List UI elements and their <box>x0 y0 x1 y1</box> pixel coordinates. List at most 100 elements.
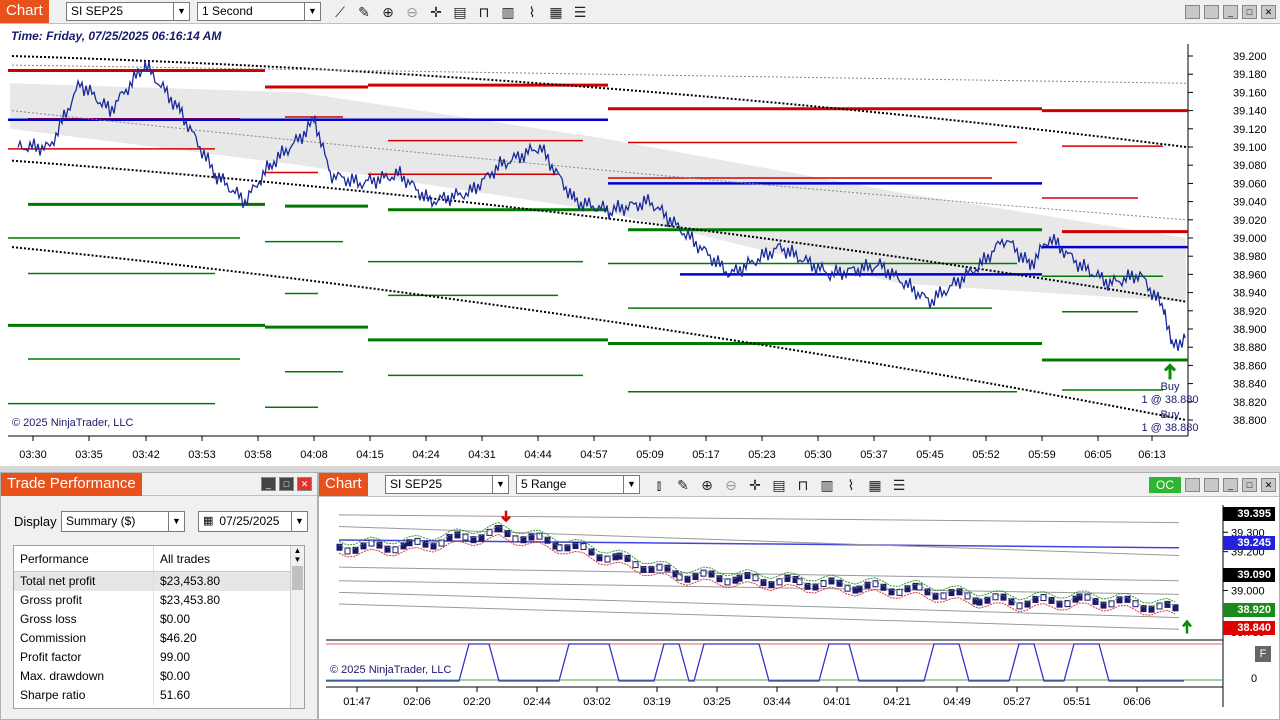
pencil-icon[interactable]: ✎ <box>354 2 374 22</box>
zoom-in-icon[interactable]: ⊕ <box>697 475 717 495</box>
minimize-icon[interactable]: _ <box>261 477 276 491</box>
pencil-icon[interactable]: ✎ <box>673 475 693 495</box>
range-bar <box>544 536 551 544</box>
bar-chart-icon[interactable]: ▥ <box>498 2 518 22</box>
performance-row[interactable]: Max. drawdown $0.00 <box>14 667 304 686</box>
performance-row-value: $0.00 <box>160 669 191 683</box>
x-tick-label: 05:59 <box>1028 449 1056 461</box>
minimize-icon[interactable]: _ <box>1223 478 1238 492</box>
indicators-icon[interactable]: ⌇ <box>522 2 542 22</box>
scroll-up-icon[interactable]: ▲ <box>291 546 304 555</box>
x-tick-label: 03:44 <box>763 696 791 708</box>
performance-row[interactable]: Sharpe ratio 51.60 <box>14 686 304 705</box>
calendar-icon[interactable]: ▦ <box>203 513 213 530</box>
date-picker[interactable]: ▦ 07/25/2025 ▼ <box>198 511 308 532</box>
zoom-out-icon[interactable]: ⊖ <box>402 2 422 22</box>
scroll-thumb[interactable] <box>292 566 303 590</box>
templates-icon[interactable]: ⊓ <box>474 2 494 22</box>
y-tick-label: 39.120 <box>1233 124 1267 136</box>
oc-button[interactable]: OC <box>1149 477 1181 493</box>
link-icon[interactable] <box>1185 478 1200 492</box>
bar-chart-icon[interactable]: ▥ <box>817 475 837 495</box>
col-performance[interactable]: Performance <box>14 546 154 571</box>
performance-row-value: $0.00 <box>160 612 191 626</box>
x-tick-label: 03:19 <box>643 696 671 708</box>
grid-scrollbar[interactable]: ▲ ▼ <box>290 546 304 708</box>
performance-row[interactable]: Gross profit $23,453.80 <box>14 591 304 610</box>
x-tick-label: 03:25 <box>703 696 731 708</box>
x-tick-label: 04:08 <box>300 449 328 461</box>
minimize-icon[interactable]: _ <box>1223 5 1238 19</box>
pin-icon[interactable] <box>1204 478 1219 492</box>
properties-icon[interactable]: ▤ <box>450 2 470 22</box>
y-tick-label: 38.960 <box>1233 269 1267 281</box>
pin-icon[interactable] <box>1204 5 1219 19</box>
display-label: Display <box>14 514 57 529</box>
col-all-trades[interactable]: All trades <box>154 546 210 571</box>
range-bar <box>684 575 691 583</box>
crosshair-icon[interactable]: ✛ <box>745 475 765 495</box>
range-bar <box>716 575 723 583</box>
trade-performance-tab[interactable]: Trade Performance <box>1 473 142 496</box>
range-bar <box>796 578 803 586</box>
performance-row[interactable]: Commission $46.20 <box>14 629 304 648</box>
indicators-icon[interactable]: ⌇ <box>841 475 861 495</box>
top-chart-tab[interactable]: Chart <box>0 0 49 23</box>
candlestick-icon[interactable]: ⫾ <box>649 475 669 495</box>
crosshair-icon[interactable]: ✛ <box>426 2 446 22</box>
top-copyright: © 2025 NinjaTrader, LLC <box>12 417 134 429</box>
date-value: 07/25/2025 <box>219 514 280 528</box>
close-icon[interactable]: ✕ <box>1261 5 1276 19</box>
range-bar <box>1008 598 1015 606</box>
maximize-icon[interactable]: □ <box>1242 478 1257 492</box>
strategies-icon[interactable]: ▦ <box>865 475 885 495</box>
y-tick-label: 39.160 <box>1233 87 1267 99</box>
performance-row-label: Commission <box>14 629 154 648</box>
strategies-icon[interactable]: ▦ <box>546 2 566 22</box>
close-icon[interactable]: ✕ <box>297 477 312 491</box>
zoom-out-icon[interactable]: ⊖ <box>721 475 741 495</box>
top-toolbar-tools: ⟋ ✎ ⊕ ⊖ ✛ ▤ ⊓ ▥ ⌇ ▦ ☰ <box>330 2 590 22</box>
top-price-chart[interactable]: 39.200 39.180 39.160 39.140 39.120 39.100 39.0… <box>0 24 1280 466</box>
x-tick-label: 04:15 <box>356 449 384 461</box>
y-tick-label: 39.140 <box>1233 106 1267 118</box>
list-icon[interactable]: ☰ <box>570 2 590 22</box>
range-bar <box>438 539 445 547</box>
x-tick-label: 04:24 <box>412 449 440 461</box>
top-instrument-select[interactable]: SI SEP25 ▼ <box>66 2 190 21</box>
x-tick-label: 03:30 <box>19 449 47 461</box>
link-icon[interactable] <box>1185 5 1200 19</box>
f-button[interactable]: F <box>1255 646 1271 662</box>
x-tick-label: 02:06 <box>403 696 431 708</box>
templates-icon[interactable]: ⊓ <box>793 475 813 495</box>
bottom-instrument-select[interactable]: SI SEP25 ▼ <box>385 475 509 494</box>
performance-row-value: 51.60 <box>160 688 191 702</box>
display-select[interactable]: Summary ($) ▼ <box>61 511 185 532</box>
close-icon[interactable]: ✕ <box>1261 478 1276 492</box>
range-bar <box>736 574 743 582</box>
performance-row[interactable]: Profit factor 99.00 <box>14 648 304 667</box>
top-interval-value: 1 Second <box>202 4 253 18</box>
performance-row[interactable]: Gross loss $0.00 <box>14 610 304 629</box>
range-bar <box>1156 602 1163 610</box>
scroll-down-icon[interactable]: ▼ <box>291 555 304 564</box>
price-tag: 39.090 <box>1223 568 1275 582</box>
display-value: Summary ($) <box>66 514 136 528</box>
range-bar <box>1048 596 1055 604</box>
top-window-controls: _ □ ✕ <box>1185 5 1276 19</box>
maximize-icon[interactable]: □ <box>1242 5 1257 19</box>
bottom-interval-select[interactable]: 5 Range ▼ <box>516 475 640 494</box>
range-bar <box>760 579 767 587</box>
top-interval-select[interactable]: 1 Second ▼ <box>197 2 321 21</box>
list-icon[interactable]: ☰ <box>889 475 909 495</box>
zoom-in-icon[interactable]: ⊕ <box>378 2 398 22</box>
bottom-price-chart[interactable]: 39.30039.20039.00038.90038.785 01:4702:0… <box>319 497 1279 719</box>
tp-window-controls: _ □ ✕ <box>261 477 312 491</box>
line-chart-icon[interactable]: ⟋ <box>330 2 350 22</box>
range-bar <box>596 554 603 562</box>
trade-performance-window: Trade Performance _ □ ✕ Display Summary … <box>0 472 318 720</box>
properties-icon[interactable]: ▤ <box>769 475 789 495</box>
bottom-chart-tab[interactable]: Chart <box>319 473 368 496</box>
maximize-icon[interactable]: □ <box>279 477 294 491</box>
performance-row[interactable]: Total net profit $23,453.80 <box>14 572 304 591</box>
